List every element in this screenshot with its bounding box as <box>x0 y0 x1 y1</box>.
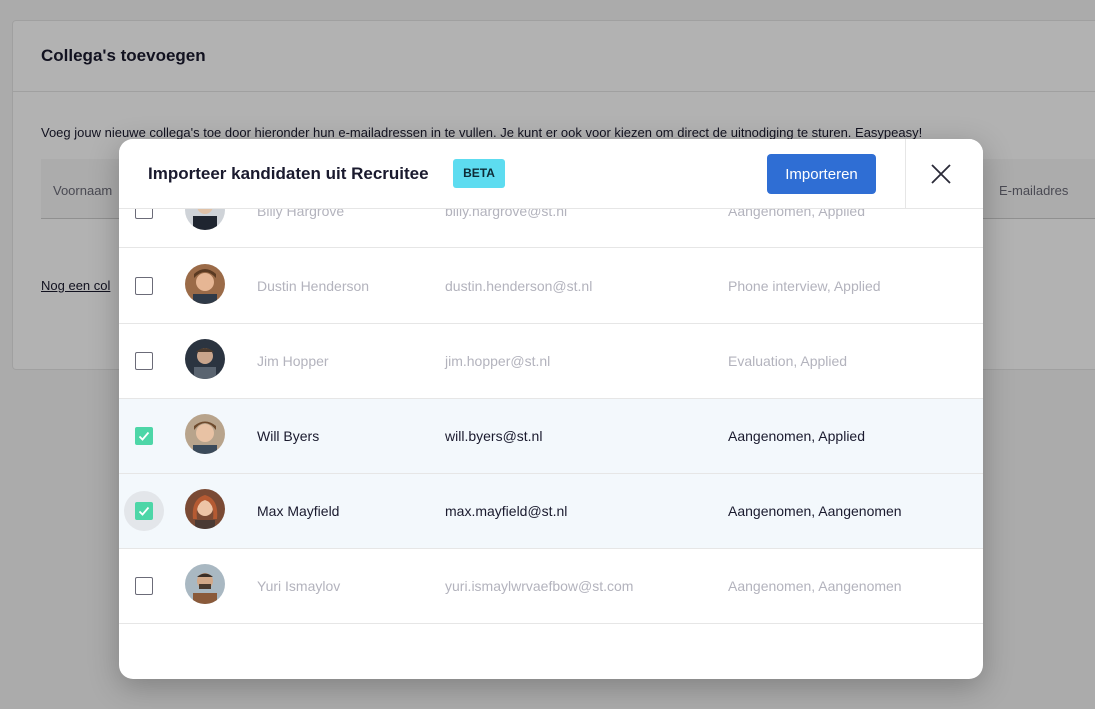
candidate-name: Max Mayfield <box>257 503 340 519</box>
candidate-email: will.byers@st.nl <box>445 428 543 444</box>
candidate-status: Aangenomen, Applied <box>728 428 865 444</box>
header-separator <box>905 139 906 209</box>
candidate-row[interactable]: Jim Hopper jim.hopper@st.nl Evaluation, … <box>119 324 983 399</box>
beta-badge: BETA <box>453 159 505 188</box>
row-checkbox[interactable] <box>135 577 153 595</box>
candidate-email: yuri.ismaylwrvaefbow@st.com <box>445 578 634 594</box>
import-modal: Billy Hargrove billy.hargrove@st.nl Aang… <box>119 139 983 679</box>
avatar <box>185 264 225 304</box>
candidate-name: Jim Hopper <box>257 353 329 369</box>
check-icon <box>138 431 150 441</box>
candidate-status: Aangenomen, Aangenomen <box>728 578 902 594</box>
modal-title: Importeer kandidaten uit Recruitee <box>148 164 429 183</box>
avatar <box>185 564 225 604</box>
import-button[interactable]: Importeren <box>767 154 876 194</box>
candidate-name: Will Byers <box>257 428 320 444</box>
close-icon[interactable] <box>927 160 955 188</box>
candidate-row[interactable]: Will Byers will.byers@st.nl Aangenomen, … <box>119 399 983 474</box>
row-checkbox[interactable] <box>135 502 153 520</box>
candidate-status: Phone interview, Applied <box>728 278 881 294</box>
candidate-status: Aangenomen, Aangenomen <box>728 503 902 519</box>
row-checkbox[interactable] <box>135 352 153 370</box>
candidate-email: dustin.henderson@st.nl <box>445 278 593 294</box>
candidate-name: Dustin Henderson <box>257 278 370 294</box>
candidate-row[interactable]: Yuri Ismaylov yuri.ismaylwrvaefbow@st.co… <box>119 549 983 624</box>
candidate-email: jim.hopper@st.nl <box>445 353 551 369</box>
row-checkbox[interactable] <box>135 277 153 295</box>
candidate-email: max.mayfield@st.nl <box>445 503 568 519</box>
avatar <box>185 414 225 454</box>
avatar <box>185 339 225 379</box>
modal-header: Importeer kandidaten uit Recruitee BETA … <box>119 139 983 209</box>
avatar <box>185 489 225 529</box>
row-checkbox[interactable] <box>135 427 153 445</box>
candidate-status: Evaluation, Applied <box>728 353 848 369</box>
candidate-name: Yuri Ismaylov <box>257 578 341 594</box>
candidate-row[interactable]: Max Mayfield max.mayfield@st.nl Aangenom… <box>119 474 983 549</box>
candidate-row[interactable]: Dustin Henderson dustin.henderson@st.nl … <box>119 249 983 324</box>
check-icon <box>138 506 150 516</box>
